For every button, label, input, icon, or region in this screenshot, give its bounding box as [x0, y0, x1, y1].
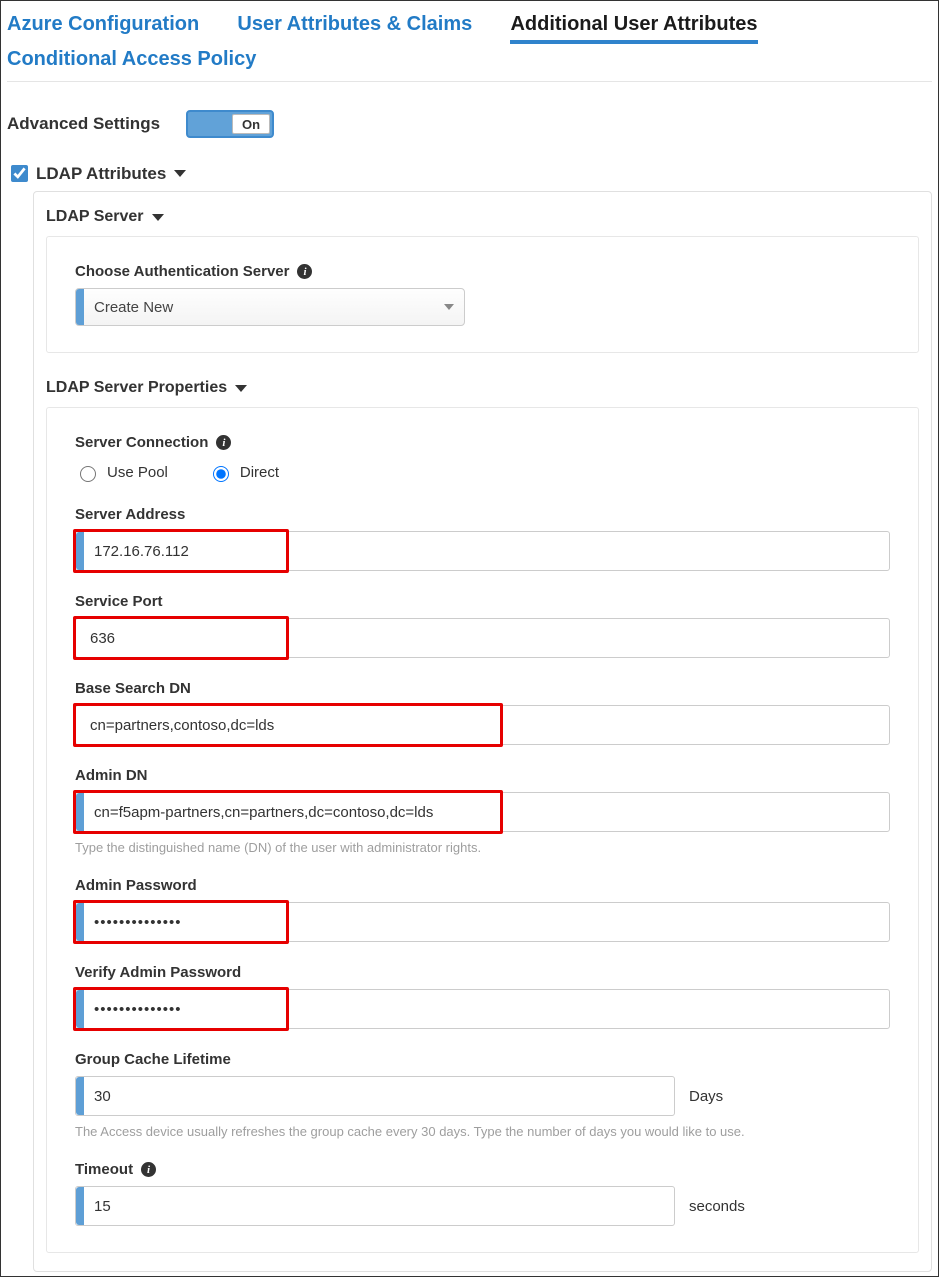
advanced-settings-label: Advanced Settings [7, 114, 160, 134]
admin-dn-label: Admin DN [75, 767, 890, 784]
timeout-suffix: seconds [689, 1198, 745, 1215]
server-address-input[interactable] [84, 532, 889, 570]
info-icon[interactable]: i [297, 264, 312, 279]
ldap-server-properties-header[interactable]: LDAP Server Properties [46, 379, 919, 397]
ldap-attributes-title: LDAP Attributes [36, 164, 166, 184]
radio-use-pool-input[interactable] [80, 466, 96, 482]
tab-conditional-access-policy[interactable]: Conditional Access Policy [7, 42, 256, 77]
caret-down-icon [152, 214, 164, 221]
tab-bar: Azure Configuration User Attributes & Cl… [7, 7, 932, 82]
server-connection-label: Server Connection [75, 434, 208, 451]
choose-auth-server-select[interactable]: Create New [75, 288, 465, 326]
ldap-attributes-header[interactable]: LDAP Attributes [7, 162, 932, 185]
service-port-input[interactable] [76, 619, 889, 657]
group-cache-lifetime-input[interactable] [84, 1077, 674, 1115]
ldap-attributes-panel: LDAP Server Choose Authentication Server… [33, 191, 932, 1272]
group-cache-suffix: Days [689, 1088, 723, 1105]
base-search-dn-input[interactable] [76, 706, 889, 744]
verify-admin-password-input[interactable] [84, 990, 889, 1028]
ldap-attributes-checkbox[interactable] [11, 165, 28, 182]
tab-user-attributes-claims[interactable]: User Attributes & Claims [237, 7, 472, 42]
timeout-label: Timeout [75, 1161, 133, 1178]
radio-use-pool[interactable]: Use Pool [75, 463, 168, 482]
admin-password-input[interactable] [84, 903, 889, 941]
caret-down-icon [235, 385, 247, 392]
service-port-label: Service Port [75, 593, 890, 610]
server-address-label: Server Address [75, 506, 890, 523]
ldap-server-title: LDAP Server [46, 208, 144, 226]
chevron-down-icon [434, 304, 464, 310]
base-search-dn-label: Base Search DN [75, 680, 890, 697]
info-icon[interactable]: i [216, 435, 231, 450]
group-cache-help: The Access device usually refreshes the … [75, 1124, 890, 1139]
select-value: Create New [84, 299, 434, 316]
toggle-knob: On [232, 114, 270, 134]
caret-down-icon [174, 170, 186, 177]
admin-password-label: Admin Password [75, 877, 890, 894]
tab-azure-configuration[interactable]: Azure Configuration [7, 7, 199, 42]
ldap-server-properties-panel: Server Connection i Use Pool Direct Serv… [46, 407, 919, 1253]
group-cache-lifetime-label: Group Cache Lifetime [75, 1051, 890, 1068]
admin-dn-input[interactable] [84, 793, 889, 831]
radio-direct-input[interactable] [213, 466, 229, 482]
tab-additional-user-attributes[interactable]: Additional User Attributes [510, 7, 757, 44]
info-icon[interactable]: i [141, 1162, 156, 1177]
ldap-server-header[interactable]: LDAP Server [46, 208, 919, 226]
choose-auth-server-label: Choose Authentication Server [75, 263, 289, 280]
ldap-server-panel: Choose Authentication Server i Create Ne… [46, 236, 919, 353]
advanced-settings-toggle[interactable]: On [186, 110, 274, 138]
verify-admin-password-label: Verify Admin Password [75, 964, 890, 981]
ldap-server-properties-title: LDAP Server Properties [46, 379, 227, 397]
timeout-input[interactable] [84, 1187, 674, 1225]
radio-direct[interactable]: Direct [208, 463, 279, 482]
admin-dn-help: Type the distinguished name (DN) of the … [75, 840, 890, 855]
